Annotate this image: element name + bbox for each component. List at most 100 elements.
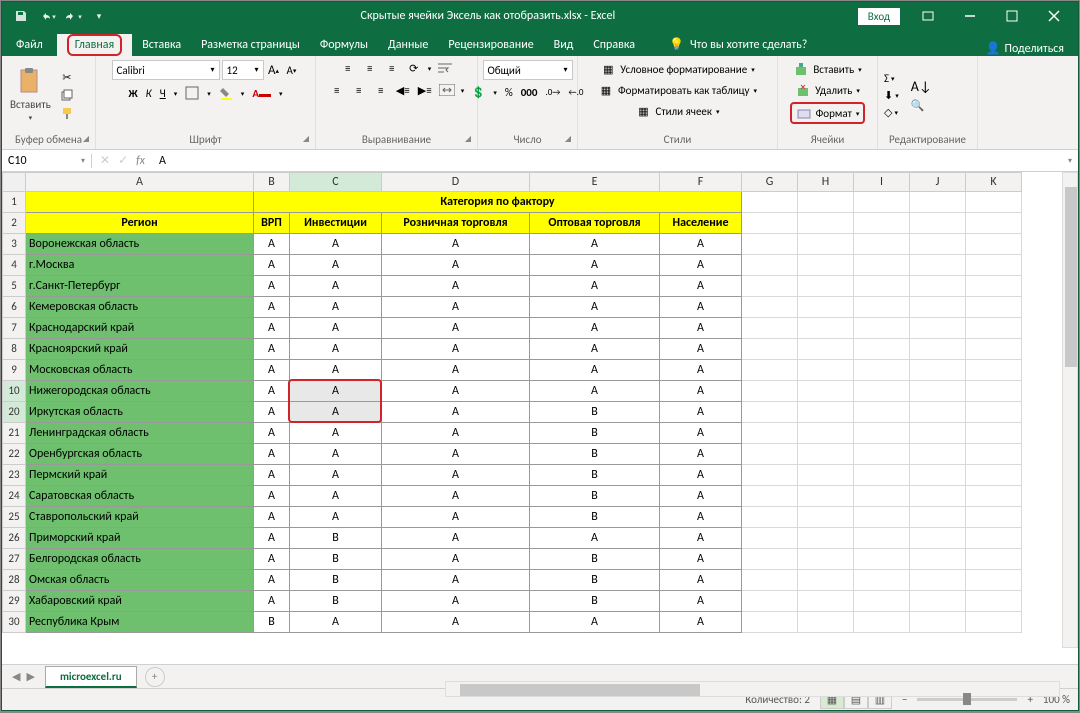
cell[interactable]: Красноярский край bbox=[26, 339, 254, 360]
cell[interactable] bbox=[854, 360, 910, 381]
cell[interactable]: A bbox=[290, 318, 382, 339]
cell[interactable] bbox=[910, 276, 966, 297]
cell[interactable]: A bbox=[382, 381, 530, 402]
cell[interactable]: ВРП bbox=[254, 213, 290, 234]
dialog-launcher-icon[interactable]: ◢ bbox=[83, 134, 89, 144]
cell[interactable]: A bbox=[660, 276, 742, 297]
cell[interactable] bbox=[966, 465, 1022, 486]
tab-data[interactable]: Данные bbox=[378, 34, 438, 56]
cell[interactable] bbox=[854, 486, 910, 507]
row-header[interactable]: 22 bbox=[2, 444, 26, 465]
orientation-icon[interactable]: ⟳ bbox=[406, 60, 422, 76]
cell[interactable]: A bbox=[254, 591, 290, 612]
cell[interactable]: A bbox=[660, 570, 742, 591]
cell[interactable] bbox=[910, 255, 966, 276]
align-middle-icon[interactable]: ≡ bbox=[362, 60, 378, 76]
cell[interactable]: A bbox=[254, 339, 290, 360]
cell[interactable] bbox=[966, 549, 1022, 570]
cell[interactable] bbox=[798, 360, 854, 381]
currency-icon[interactable]: 💲 bbox=[472, 86, 486, 99]
fill-icon[interactable]: ⬇ bbox=[884, 89, 893, 102]
cell[interactable]: A bbox=[660, 339, 742, 360]
cell[interactable] bbox=[798, 465, 854, 486]
cell-styles-button[interactable]: ▦Стили ячеек▾ bbox=[633, 102, 721, 120]
cell[interactable]: A bbox=[382, 297, 530, 318]
cell[interactable] bbox=[798, 549, 854, 570]
cell[interactable]: A bbox=[382, 444, 530, 465]
cell[interactable] bbox=[854, 465, 910, 486]
zoom-slider[interactable] bbox=[917, 698, 1017, 701]
cell[interactable]: A bbox=[290, 444, 382, 465]
cell[interactable]: Нижегородская область bbox=[26, 381, 254, 402]
cell[interactable]: A bbox=[530, 234, 660, 255]
cell[interactable] bbox=[966, 486, 1022, 507]
cell[interactable]: A bbox=[290, 612, 382, 633]
row-header[interactable]: 23 bbox=[2, 465, 26, 486]
cell[interactable]: A bbox=[290, 276, 382, 297]
cell[interactable] bbox=[854, 213, 910, 234]
cell[interactable] bbox=[966, 297, 1022, 318]
cell[interactable] bbox=[798, 213, 854, 234]
undo-icon[interactable]: ▾ bbox=[36, 5, 58, 27]
cell[interactable]: A bbox=[660, 381, 742, 402]
row-header[interactable]: 20 bbox=[2, 402, 26, 423]
col-header[interactable]: I bbox=[854, 172, 910, 192]
cell[interactable]: A bbox=[660, 255, 742, 276]
cell[interactable]: A bbox=[660, 360, 742, 381]
cell[interactable] bbox=[966, 381, 1022, 402]
cell[interactable] bbox=[910, 570, 966, 591]
cell[interactable] bbox=[798, 276, 854, 297]
row-header[interactable]: 24 bbox=[2, 486, 26, 507]
cell[interactable] bbox=[910, 528, 966, 549]
cell[interactable]: B bbox=[530, 549, 660, 570]
cell[interactable] bbox=[966, 423, 1022, 444]
cell[interactable] bbox=[854, 402, 910, 423]
decrease-indent-icon[interactable]: ◀≡ bbox=[395, 82, 411, 98]
cell[interactable]: A bbox=[382, 339, 530, 360]
cell[interactable]: A bbox=[660, 528, 742, 549]
paste-button[interactable]: Вставить ▾ bbox=[6, 64, 55, 126]
cell[interactable]: A bbox=[660, 591, 742, 612]
cell[interactable]: A bbox=[660, 465, 742, 486]
align-right-icon[interactable]: ≡ bbox=[373, 82, 389, 98]
row-header[interactable]: 3 bbox=[2, 234, 26, 255]
cell[interactable]: A bbox=[382, 507, 530, 528]
cell[interactable] bbox=[798, 486, 854, 507]
cell[interactable]: B bbox=[530, 591, 660, 612]
cut-icon[interactable]: ✂ bbox=[59, 69, 75, 85]
sheet-prev-icon[interactable]: ◀ bbox=[12, 670, 20, 683]
cell[interactable]: Омская область bbox=[26, 570, 254, 591]
cell[interactable] bbox=[966, 192, 1022, 213]
cell[interactable] bbox=[854, 423, 910, 444]
align-center-icon[interactable]: ≡ bbox=[351, 82, 367, 98]
cell[interactable] bbox=[966, 339, 1022, 360]
cell[interactable] bbox=[742, 486, 798, 507]
cell[interactable] bbox=[742, 339, 798, 360]
cell[interactable]: A bbox=[530, 339, 660, 360]
cell[interactable]: B bbox=[530, 423, 660, 444]
cell[interactable]: A bbox=[290, 486, 382, 507]
cell[interactable]: Розничная торговля bbox=[382, 213, 530, 234]
cell[interactable]: A bbox=[290, 339, 382, 360]
tab-file[interactable]: Файл bbox=[6, 34, 57, 56]
worksheet-grid[interactable]: ABCDEFGHIJK1Категория по фактору2РегионВ… bbox=[2, 172, 1078, 664]
format-cells-button[interactable]: Формат▾ bbox=[790, 102, 866, 124]
cell[interactable] bbox=[910, 402, 966, 423]
cell[interactable]: Иркутская область bbox=[26, 402, 254, 423]
col-header[interactable]: B bbox=[254, 172, 290, 192]
cell[interactable]: A bbox=[382, 549, 530, 570]
cell[interactable] bbox=[966, 213, 1022, 234]
cell[interactable] bbox=[854, 255, 910, 276]
insert-cells-button[interactable]: Вставить▾ bbox=[791, 60, 863, 78]
cell[interactable] bbox=[742, 402, 798, 423]
cell[interactable] bbox=[798, 507, 854, 528]
row-header[interactable]: 10 bbox=[2, 381, 26, 402]
cell[interactable]: A bbox=[530, 612, 660, 633]
row-header[interactable]: 1 bbox=[2, 192, 26, 213]
cell[interactable] bbox=[854, 591, 910, 612]
col-header[interactable]: J bbox=[910, 172, 966, 192]
cell[interactable] bbox=[966, 318, 1022, 339]
col-header[interactable]: F bbox=[660, 172, 742, 192]
cell[interactable] bbox=[910, 591, 966, 612]
cell[interactable] bbox=[966, 360, 1022, 381]
